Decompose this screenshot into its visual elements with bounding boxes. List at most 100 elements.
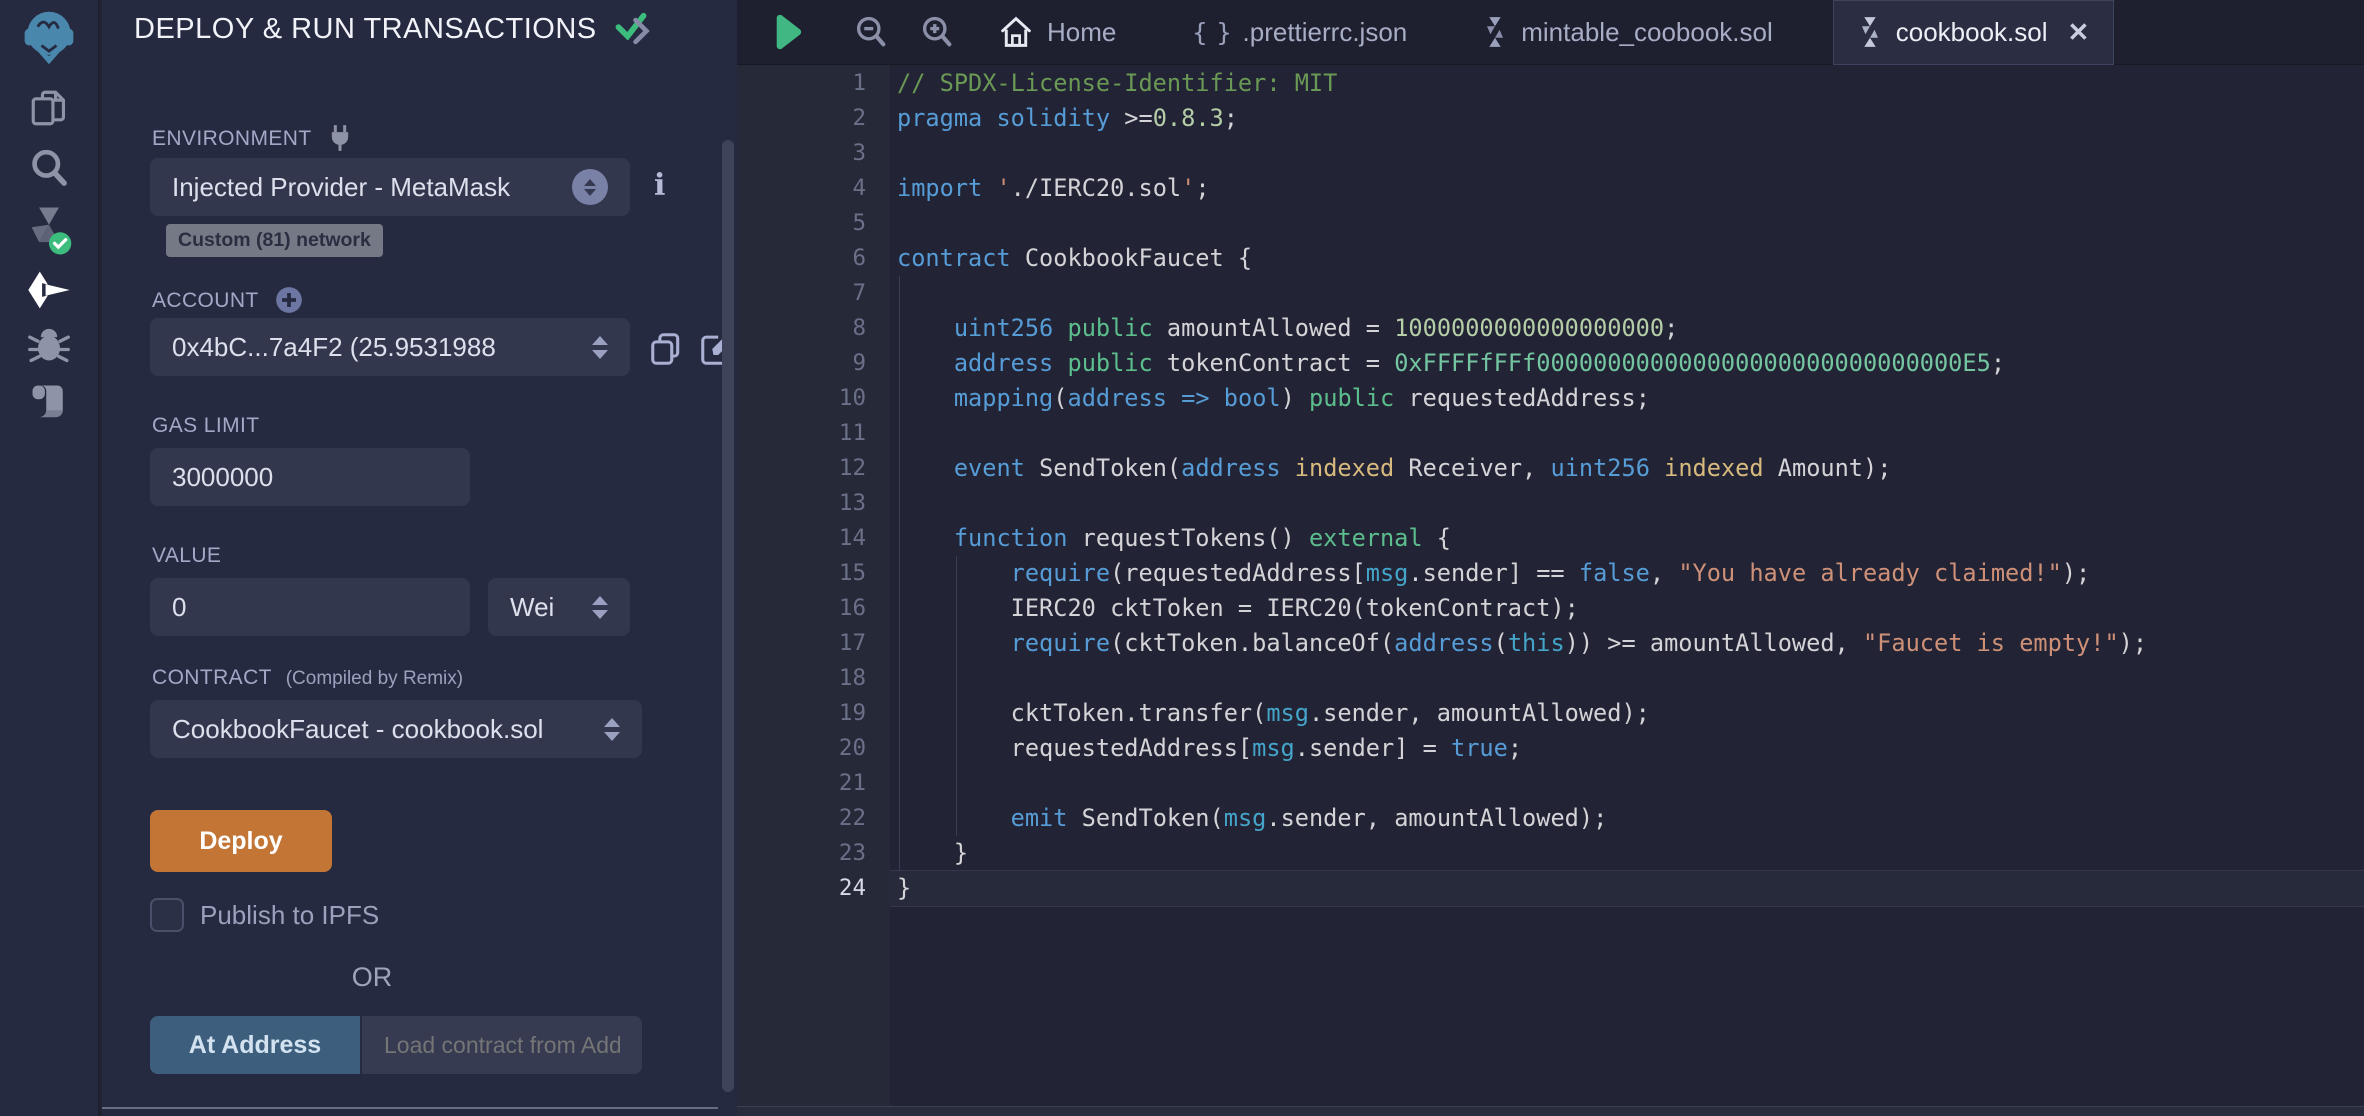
line-number[interactable]: 4 <box>737 171 890 206</box>
code-line[interactable]: function requestTokens() external { <box>890 521 2364 556</box>
token-visibility: public <box>1309 384 1394 412</box>
contract-sublabel: (Compiled by Remix) <box>286 668 463 689</box>
line-number[interactable]: 3 <box>737 136 890 171</box>
code-line[interactable]: require(cktToken.balanceOf(address(this)… <box>890 626 2364 661</box>
line-number[interactable]: 11 <box>737 416 890 451</box>
line-number[interactable]: 20 <box>737 731 890 766</box>
icon-bar <box>0 0 100 1116</box>
line-number[interactable]: 23 <box>737 836 890 871</box>
code-line[interactable]: address public tokenContract = 0xFFFFfFF… <box>890 346 2364 381</box>
terminal-top-strip[interactable] <box>737 1106 2364 1116</box>
gas-limit-input[interactable] <box>172 462 448 493</box>
publish-ipfs-checkbox[interactable] <box>150 898 184 932</box>
line-number[interactable]: 10 <box>737 381 890 416</box>
at-address-input[interactable] <box>384 1032 620 1059</box>
zoom-in-button[interactable] <box>919 14 955 50</box>
panel-scrollbar[interactable] <box>722 140 734 1092</box>
code-line[interactable]: uint256 public amountAllowed = 100000000… <box>890 311 2364 346</box>
tab-cookbook[interactable]: cookbook.sol ✕ <box>1833 0 2115 65</box>
line-number[interactable]: 21 <box>737 766 890 801</box>
code-line[interactable] <box>890 136 2364 171</box>
code-line[interactable]: } <box>890 836 2364 871</box>
code-line[interactable]: import './IERC20.sol'; <box>890 171 2364 206</box>
code-line[interactable] <box>890 486 2364 521</box>
close-tab-icon[interactable]: ✕ <box>2068 17 2090 48</box>
code-lines[interactable]: // SPDX-License-Identifier: MITpragma so… <box>890 65 2364 1106</box>
code-line[interactable] <box>890 661 2364 696</box>
line-number[interactable]: 2 <box>737 101 890 136</box>
line-number[interactable]: 1 <box>737 66 890 101</box>
line-number[interactable]: 15 <box>737 556 890 591</box>
at-address-field[interactable] <box>362 1016 642 1074</box>
code-line[interactable] <box>890 416 2364 451</box>
code-line[interactable] <box>890 766 2364 801</box>
line-number[interactable]: 16 <box>737 591 890 626</box>
code-line[interactable]: emit SendToken(msg.sender, amountAllowed… <box>890 801 2364 836</box>
code-line[interactable]: mapping(address => bool) public requeste… <box>890 381 2364 416</box>
code-line[interactable]: require(requestedAddress[msg.sender] == … <box>890 556 2364 591</box>
value-field[interactable] <box>150 578 470 636</box>
sidebar-item-file-explorer[interactable] <box>0 82 98 134</box>
sidebar-item-deploy-run[interactable] <box>0 264 98 316</box>
tab-mintable-coobook[interactable]: mintable_coobook.sol <box>1459 0 1797 65</box>
line-number[interactable]: 18 <box>737 661 890 696</box>
tab-home[interactable]: Home <box>975 0 1140 65</box>
line-number[interactable]: 9 <box>737 346 890 381</box>
line-number[interactable]: 5 <box>737 206 890 241</box>
sidebar-item-solidity-compiler[interactable] <box>0 200 98 262</box>
token-visibility: public <box>1067 349 1152 377</box>
token-default <box>1167 384 1181 412</box>
code-line[interactable]: event SendToken(address indexed Receiver… <box>890 451 2364 486</box>
token-keyword: true <box>1451 734 1508 762</box>
code-line[interactable]: IERC20 cktToken = IERC20(tokenContract); <box>890 591 2364 626</box>
tab-prettierrc[interactable]: { } .prettierrc.json <box>1168 0 1431 65</box>
code-line[interactable]: } <box>890 871 2364 906</box>
token-default: } <box>897 874 911 902</box>
run-script-button[interactable] <box>771 14 803 50</box>
token-default: )) >= amountAllowed, <box>1565 629 1863 657</box>
token-default: SendToken( <box>1025 454 1181 482</box>
panel-bottom-divider <box>102 1107 718 1109</box>
line-number[interactable]: 6 <box>737 241 890 276</box>
code-line[interactable]: requestedAddress[msg.sender] = true; <box>890 731 2364 766</box>
value-input[interactable] <box>172 592 448 623</box>
code-line[interactable] <box>890 206 2364 241</box>
sidebar-item-debugger[interactable] <box>0 318 98 370</box>
at-address-button[interactable]: At Address <box>150 1016 360 1074</box>
contract-label-text: CONTRACT <box>152 666 271 689</box>
remix-logo[interactable] <box>0 6 98 70</box>
contract-select[interactable]: CookbookFaucet - cookbook.sol <box>150 700 642 758</box>
gas-limit-field[interactable] <box>150 448 470 506</box>
tab-label: Home <box>1047 17 1116 48</box>
account-select[interactable]: 0x4bC...7a4F2 (25.9531988 <box>150 318 630 376</box>
environment-info-icon[interactable]: i <box>654 168 665 203</box>
line-number[interactable]: 17 <box>737 626 890 661</box>
line-number[interactable]: 19 <box>737 696 890 731</box>
code-line[interactable]: // SPDX-License-Identifier: MIT <box>890 66 2364 101</box>
line-number[interactable]: 22 <box>737 801 890 836</box>
code-line[interactable] <box>890 276 2364 311</box>
code-line[interactable]: pragma solidity >=0.8.3; <box>890 101 2364 136</box>
token-default <box>897 559 1011 587</box>
line-number[interactable]: 24 <box>737 871 890 906</box>
environment-select[interactable]: Injected Provider - MetaMask <box>150 158 630 216</box>
deploy-button[interactable]: Deploy <box>150 810 332 872</box>
zoom-out-button[interactable] <box>853 14 889 50</box>
line-number[interactable]: 7 <box>737 276 890 311</box>
sidebar-item-plugin[interactable] <box>0 376 98 428</box>
value-unit-select[interactable]: Wei <box>488 578 630 636</box>
sidebar-item-search[interactable] <box>0 142 98 194</box>
add-account-icon[interactable] <box>275 286 303 314</box>
collapse-chevron-icon[interactable] <box>630 16 652 46</box>
token-visibility: public <box>1067 314 1152 342</box>
value-label: VALUE <box>152 544 221 568</box>
code-line[interactable]: contract CookbookFaucet { <box>890 241 2364 276</box>
copy-account-icon[interactable] <box>648 330 686 368</box>
code-line[interactable]: cktToken.transfer(msg.sender, amountAllo… <box>890 696 2364 731</box>
line-number[interactable]: 13 <box>737 486 890 521</box>
token-builtin: this <box>1508 629 1565 657</box>
line-number[interactable]: 12 <box>737 451 890 486</box>
token-builtin: msg <box>1224 804 1267 832</box>
line-number[interactable]: 14 <box>737 521 890 556</box>
line-number[interactable]: 8 <box>737 311 890 346</box>
